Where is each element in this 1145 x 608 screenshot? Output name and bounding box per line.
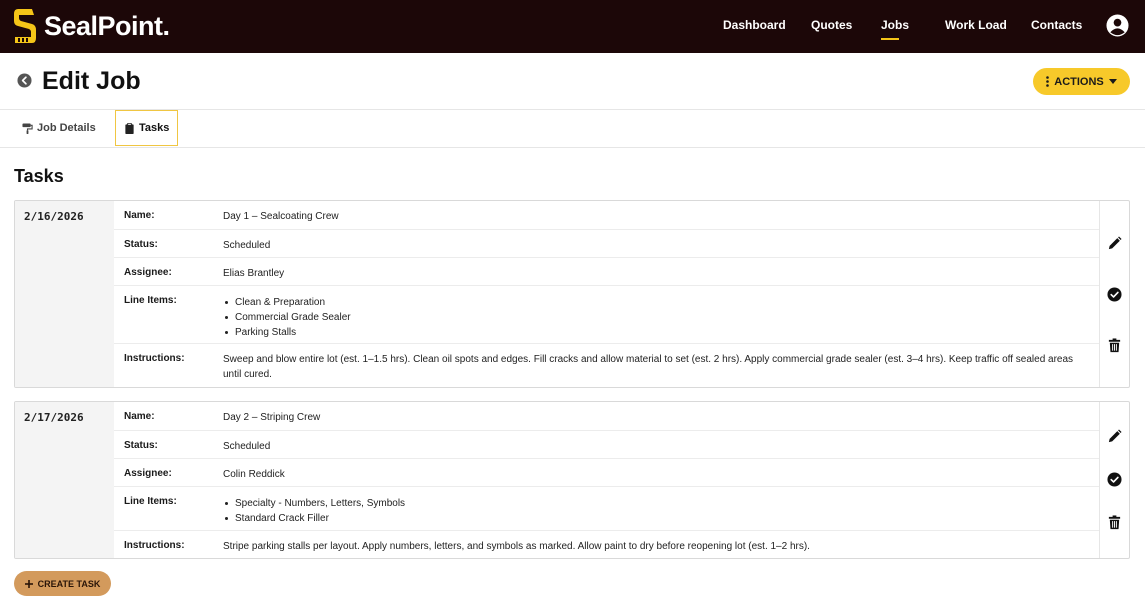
paint-roller-icon <box>22 122 33 134</box>
check-circle-icon[interactable] <box>1107 472 1122 487</box>
user-circle-icon[interactable] <box>1106 14 1129 37</box>
task-row-assignee: Assignee: Elias Brantley <box>114 258 1099 286</box>
task-row-instructions: Instructions: Sweep and blow entire lot … <box>114 344 1099 387</box>
task-name: Day 2 – Striping Crew <box>223 412 321 423</box>
task-status: Scheduled <box>223 240 271 251</box>
task-line-items: Specialty - Numbers, Letters, Symbols St… <box>223 487 1099 533</box>
nav-work-load[interactable]: Work Load <box>945 18 1007 32</box>
check-circle-icon[interactable] <box>1107 287 1122 302</box>
create-task-label: CREATE TASK <box>37 578 101 589</box>
task-row-name: Name: Day 2 – Striping Crew <box>114 402 1099 431</box>
task-row-name: Name: Day 1 – Sealcoating Crew <box>114 201 1099 230</box>
task-row-line-items: Line Items: Specialty - Numbers, Letters… <box>114 487 1099 531</box>
task-card: 2/16/2026 Name: Day 1 – Sealcoating Crew… <box>14 200 1130 388</box>
assignee-label: Assignee: <box>124 267 172 278</box>
task-row-instructions: Instructions: Stripe parking stalls per … <box>114 531 1099 558</box>
task-row-status: Status: Scheduled <box>114 230 1099 258</box>
pencil-icon[interactable] <box>1107 429 1122 444</box>
nav-dashboard[interactable]: Dashboard <box>723 18 786 32</box>
task-line-items: Clean & Preparation Commercial Grade Sea… <box>223 286 1099 347</box>
line-items-label: Line Items: <box>124 496 177 507</box>
arrow-left-circle-icon[interactable] <box>17 73 32 88</box>
task-name: Day 1 – Sealcoating Crew <box>223 211 339 222</box>
line-item: Parking Stalls <box>223 325 1085 340</box>
nav-jobs[interactable]: Jobs <box>881 18 909 32</box>
instructions-label: Instructions: <box>124 540 185 551</box>
clipboard-icon <box>125 122 134 134</box>
top-navbar: SealPoint. Dashboard Quotes Jobs Work Lo… <box>0 0 1145 53</box>
main-nav: Dashboard Quotes Jobs Work Load Contacts <box>0 0 1145 53</box>
name-label: Name: <box>124 210 155 221</box>
vertical-dots-icon <box>1046 76 1050 87</box>
tab-bar: Job Details Tasks <box>0 110 1145 148</box>
assignee-label: Assignee: <box>124 468 172 479</box>
line-item: Clean & Preparation <box>223 295 1085 310</box>
task-actions <box>1099 402 1129 558</box>
nav-contacts[interactable]: Contacts <box>1031 18 1082 32</box>
task-row-line-items: Line Items: Clean & Preparation Commerci… <box>114 286 1099 344</box>
pencil-icon[interactable] <box>1107 236 1122 251</box>
line-item: Standard Crack Filler <box>223 511 1085 526</box>
status-label: Status: <box>124 239 158 250</box>
task-date: 2/17/2026 <box>15 402 114 558</box>
line-items-label: Line Items: <box>124 295 177 306</box>
page-header: Edit Job ACTIONS <box>0 53 1145 110</box>
plus-icon <box>24 579 33 588</box>
trash-icon[interactable] <box>1107 338 1122 353</box>
task-card: 2/17/2026 Name: Day 2 – Striping Crew St… <box>14 401 1130 559</box>
task-instructions: Sweep and blow entire lot (est. 1–1.5 hr… <box>223 354 1074 380</box>
status-label: Status: <box>124 440 158 451</box>
task-details: Name: Day 2 – Striping Crew Status: Sche… <box>114 402 1099 558</box>
task-details: Name: Day 1 – Sealcoating Crew Status: S… <box>114 201 1099 387</box>
line-item: Specialty - Numbers, Letters, Symbols <box>223 496 1085 511</box>
tasks-section-title: Tasks <box>14 166 64 186</box>
task-date: 2/16/2026 <box>15 201 114 387</box>
caret-down-icon <box>1108 79 1117 84</box>
task-actions <box>1099 201 1129 387</box>
name-label: Name: <box>124 411 155 422</box>
page-title: Edit Job <box>42 67 141 95</box>
task-row-status: Status: Scheduled <box>114 431 1099 459</box>
instructions-label: Instructions: <box>124 353 185 364</box>
tab-job-details[interactable]: Job Details <box>14 110 104 146</box>
tab-tasks[interactable]: Tasks <box>115 110 179 146</box>
line-item: Commercial Grade Sealer <box>223 310 1085 325</box>
task-assignee: Colin Reddick <box>223 469 285 480</box>
nav-quotes[interactable]: Quotes <box>811 18 852 32</box>
task-row-assignee: Assignee: Colin Reddick <box>114 459 1099 487</box>
active-nav-indicator <box>881 38 899 40</box>
tab-job-details-label: Job Details <box>37 122 96 134</box>
actions-button[interactable]: ACTIONS <box>1033 68 1130 95</box>
task-instructions: Stripe parking stalls per layout. Apply … <box>223 541 810 552</box>
create-task-button[interactable]: CREATE TASK <box>14 571 111 596</box>
tab-tasks-label: Tasks <box>139 122 170 134</box>
trash-icon[interactable] <box>1107 515 1122 530</box>
actions-label: ACTIONS <box>1054 75 1104 88</box>
task-assignee: Elias Brantley <box>223 268 285 279</box>
task-status: Scheduled <box>223 441 271 452</box>
